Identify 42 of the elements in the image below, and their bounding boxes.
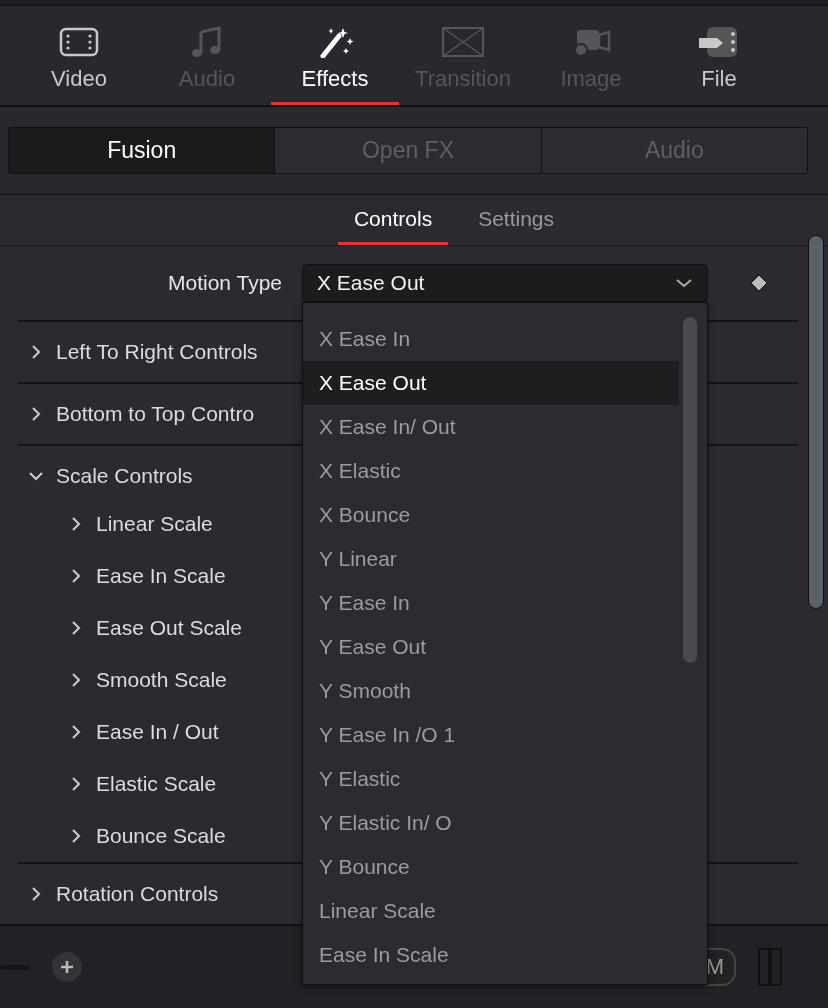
segment-tab[interactable]: Fusion — [9, 127, 275, 174]
add-button[interactable] — [52, 952, 82, 983]
menu-item[interactable]: Y Ease In — [303, 581, 679, 625]
chevron-down-icon — [675, 277, 693, 290]
section-label[interactable]: Scale Controls — [56, 464, 193, 489]
media-tab[interactable]: Effects — [271, 6, 399, 105]
section-label[interactable]: Bottom to Top Contro — [56, 402, 255, 427]
menu-item[interactable]: Ease In Scale — [303, 933, 679, 977]
menu-item[interactable]: X Ease Out — [303, 361, 679, 405]
subsection-label[interactable]: Linear Scale — [96, 512, 213, 537]
menu-item[interactable]: Linear Scale — [303, 889, 679, 933]
subsection-label[interactable]: Smooth Scale — [96, 668, 227, 693]
subsection-label[interactable]: Ease In Scale — [96, 564, 226, 589]
menu-item[interactable]: Y Ease Out — [303, 625, 679, 669]
media-tab[interactable]: Video — [15, 6, 143, 105]
menu-item[interactable]: Y Ease In /O 1 — [303, 713, 679, 757]
section-label[interactable]: Left To Right Controls — [56, 340, 258, 365]
plus-icon — [60, 960, 74, 975]
field-label: Motion Type — [167, 271, 282, 296]
menu-item[interactable]: Y Elastic — [303, 757, 679, 801]
menu-item[interactable]: X Ease In/ Out — [303, 405, 679, 449]
motion-type-dropdown[interactable]: X Ease Out — [302, 264, 708, 303]
menu-item[interactable]: Y Linear — [303, 537, 679, 581]
panel-tab[interactable]: Controls — [337, 195, 449, 246]
menu-item[interactable]: X Bounce — [303, 493, 679, 537]
section-label[interactable]: Rotation Controls — [56, 882, 219, 907]
scrollbar[interactable] — [683, 317, 697, 663]
menu-item[interactable]: X Elastic — [303, 449, 679, 493]
transition-icon — [441, 25, 485, 58]
media-tab[interactable]: File — [655, 6, 783, 105]
subsection-label[interactable]: Bounce Scale — [96, 824, 226, 849]
subsection-label[interactable]: Ease In / Out — [96, 720, 219, 745]
menu-item[interactable]: Y Bounce — [303, 845, 679, 889]
keyframe-diamond-icon[interactable] — [750, 274, 768, 293]
panel-tab[interactable]: Settings — [462, 195, 571, 246]
menu-item[interactable]: Y Smooth — [303, 669, 679, 713]
scrollbar[interactable] — [808, 235, 824, 610]
menu-item[interactable]: Y Elastic In/ O — [303, 801, 679, 845]
subsection-label[interactable]: Ease Out Scale — [96, 616, 242, 641]
menu-item[interactable]: X Ease In — [303, 317, 679, 361]
film-icon — [59, 25, 99, 58]
subsection-label[interactable]: Elastic Scale — [96, 772, 217, 797]
